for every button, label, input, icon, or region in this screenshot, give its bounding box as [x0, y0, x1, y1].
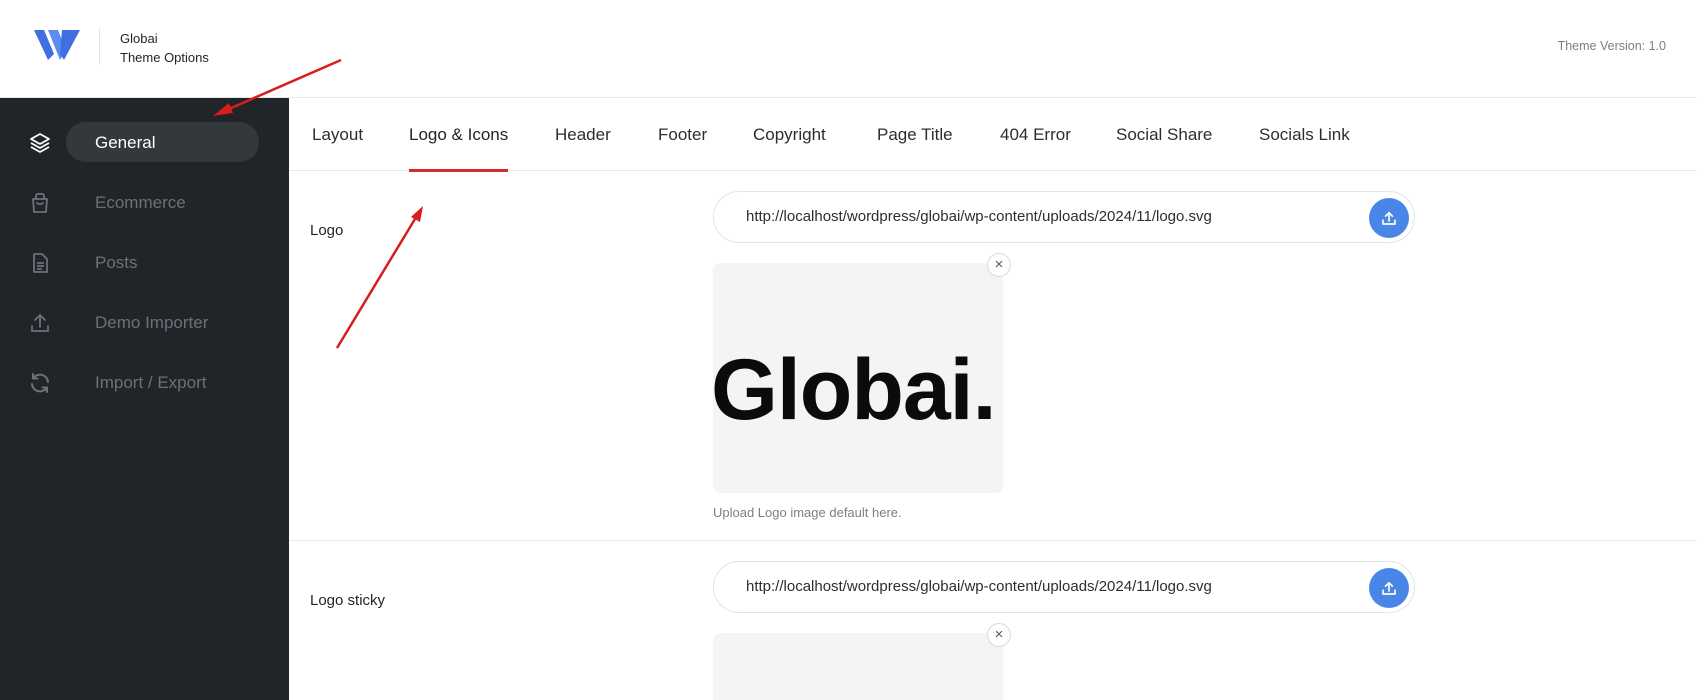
tab-page-title[interactable]: Page Title	[877, 98, 953, 171]
logo-sticky-url-value: http://localhost/wordpress/globai/wp-con…	[746, 578, 1212, 595]
theme-version: Theme Version: 1.0	[1557, 39, 1666, 53]
sync-icon	[31, 373, 49, 393]
upload-icon	[1382, 581, 1396, 595]
sidebar-item-label: General	[95, 133, 156, 152]
logo-upload-button[interactable]	[1369, 198, 1409, 238]
document-icon	[33, 253, 48, 273]
sidebar-item-import-export[interactable]: Import / Export	[0, 360, 289, 404]
tab-socials-link[interactable]: Socials Link	[1259, 98, 1350, 171]
brand-name: Globai	[120, 31, 158, 46]
tab-header[interactable]: Header	[555, 98, 611, 171]
logo-preview-image: Globai.	[713, 342, 996, 438]
logo-help-text: Upload Logo image default here.	[713, 505, 902, 520]
sidebar-item-label: Import / Export	[95, 373, 207, 392]
sidebar-item-ecommerce[interactable]: Ecommerce	[0, 180, 289, 224]
logo-sticky-url-field[interactable]: http://localhost/wordpress/globai/wp-con…	[713, 561, 1415, 613]
upload-icon	[31, 314, 49, 332]
tab-social-share[interactable]: Social Share	[1116, 98, 1212, 171]
sidebar-item-demo-importer[interactable]: Demo Importer	[0, 300, 289, 344]
logo-remove-button[interactable]: ×	[987, 253, 1011, 277]
brand-divider	[99, 28, 100, 65]
sidebar-item-label: Demo Importer	[95, 313, 209, 332]
tab-copyright[interactable]: Copyright	[753, 98, 826, 171]
brand-text: Globai Theme Options	[120, 29, 209, 67]
sidebar-item-general[interactable]: General	[0, 120, 289, 164]
upload-icon	[1382, 211, 1396, 225]
logo-sticky-field-label: Logo sticky	[310, 592, 386, 609]
logo-sticky-upload-button[interactable]	[1369, 568, 1409, 608]
tab-layout[interactable]: Layout	[312, 98, 363, 171]
logo-sticky-remove-button[interactable]: ×	[987, 623, 1011, 647]
tab-footer[interactable]: Footer	[658, 98, 707, 171]
top-header: Globai Theme Options Theme Version: 1.0	[0, 0, 1697, 98]
tab-content: Logo http://localhost/wordpress/globai/w…	[289, 171, 1697, 700]
logo-preview: Globai.	[713, 263, 1003, 493]
brand-subtitle: Theme Options	[120, 50, 209, 65]
sidebar-item-label: Ecommerce	[95, 193, 186, 212]
options-tabs: Layout Logo & Icons Header Footer Copyri…	[289, 98, 1697, 172]
row-divider	[289, 540, 1697, 541]
layers-icon	[30, 133, 50, 153]
tab-logo-icons[interactable]: Logo & Icons	[409, 98, 509, 172]
sidebar-item-posts[interactable]: Posts	[0, 240, 289, 284]
logo-url-field[interactable]: http://localhost/wordpress/globai/wp-con…	[713, 191, 1415, 243]
sidebar-item-label: Posts	[95, 253, 138, 272]
logo-url-value: http://localhost/wordpress/globai/wp-con…	[746, 208, 1212, 225]
brand-logo-icon	[34, 30, 80, 60]
tab-404-error[interactable]: 404 Error	[1000, 98, 1071, 171]
shopping-bag-icon	[32, 193, 48, 213]
sidebar: General Ecommerce Posts Demo Importer Im…	[0, 98, 289, 700]
logo-sticky-preview	[713, 633, 1003, 700]
logo-field-label: Logo	[310, 222, 344, 239]
